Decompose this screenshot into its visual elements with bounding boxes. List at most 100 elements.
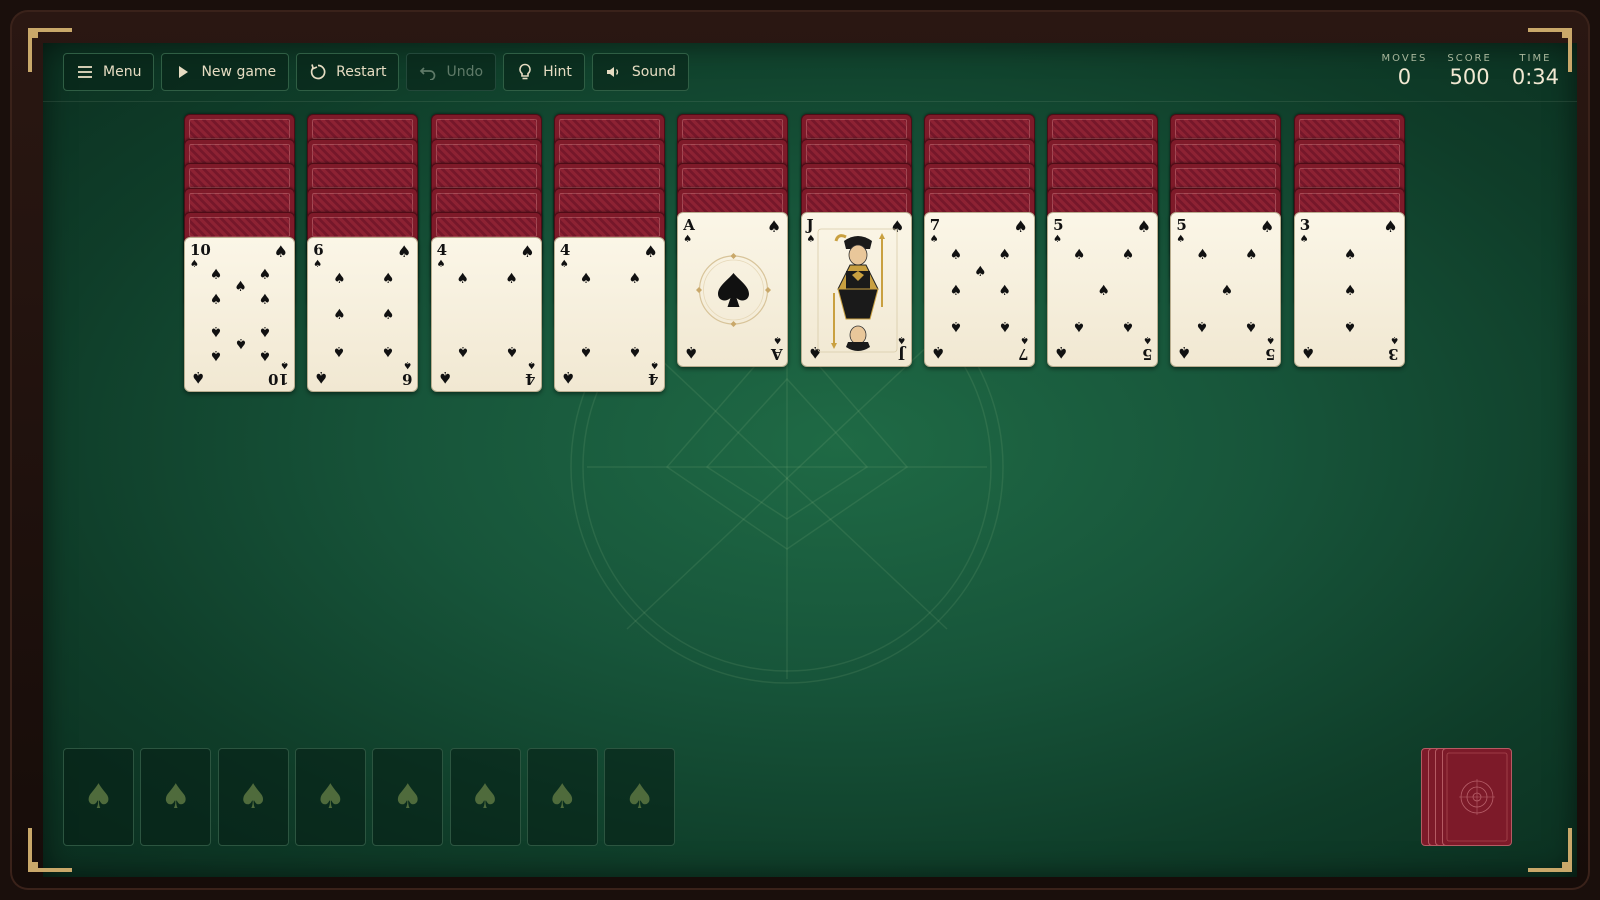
foundation-slot[interactable]: ♠ (63, 748, 134, 846)
card-rank: J (806, 216, 814, 234)
spade-icon: ♠ (234, 334, 247, 351)
card-rank: J (898, 345, 906, 363)
spade-icon: ♠ (456, 271, 469, 288)
spade-icon: ♠ (643, 241, 658, 261)
spade-icon: ♠ (333, 342, 346, 359)
spade-icon: ♠ (628, 342, 642, 359)
score-stat: SCORE 500 (1447, 53, 1491, 89)
playing-card[interactable]: 6 ♠ ♠ 6 ♠ ♠ ♠ ♠ ♠ ♠ ♠ ♠ (307, 236, 419, 392)
spade-icon: ♠ (560, 367, 576, 387)
spade-icon: ♠ (505, 342, 518, 359)
restart-label: Restart (336, 64, 387, 80)
sound-button[interactable]: Sound (591, 53, 689, 91)
spade-icon: ♠ (396, 241, 412, 261)
spade-icon: ♠ (1299, 234, 1309, 245)
spade-icon: ♠ (333, 307, 346, 323)
spade-icon: ♠ (929, 234, 939, 245)
spade-icon: ♠ (280, 358, 289, 370)
spade-icon: ♠ (313, 258, 323, 270)
hamburger-icon (76, 63, 94, 81)
spade-icon: ♠ (1019, 334, 1029, 345)
card-rank: 4 (436, 240, 448, 259)
card-rank: 4 (648, 369, 659, 388)
playing-card[interactable]: 5 ♠ ♠ 5 ♠ ♠ ♠ ♠ ♠ ♠ ♠ (1170, 212, 1282, 367)
card-rank: 6 (401, 369, 413, 388)
spade-icon: ♠ (456, 342, 469, 359)
foundation-slot[interactable]: ♠ (372, 748, 444, 846)
spade-icon: ♠ (209, 347, 223, 364)
restart-icon (309, 63, 327, 81)
spade-icon: ♠ (237, 777, 269, 817)
playing-card[interactable]: 7 ♠ ♠ 7 ♠ ♠ ♠ ♠ ♠ ♠ ♠ ♠ ♠ (923, 212, 1035, 367)
spade-icon: ♠ (1143, 334, 1153, 345)
spade-icon: ♠ (998, 246, 1011, 263)
sound-label: Sound (631, 64, 676, 80)
toolbar-divider (43, 101, 1577, 102)
playing-card[interactable]: A ♠ ♠ A ♠ ♠ (677, 212, 789, 367)
playing-card[interactable]: J ♠ ♠ J ♠ ♠ (800, 212, 912, 367)
spade-icon: ♠ (974, 263, 987, 280)
spade-icon: ♠ (273, 241, 288, 261)
speaker-icon (605, 63, 623, 81)
undo-button[interactable]: Undo (406, 53, 497, 91)
hint-label: Hint (543, 64, 572, 80)
spade-icon: ♠ (1383, 217, 1398, 236)
spade-icon: ♠ (766, 217, 782, 236)
frame-corner (1528, 28, 1572, 72)
play-icon (174, 63, 192, 81)
foundation-slot[interactable]: ♠ (449, 748, 521, 846)
frame-corner (1528, 828, 1572, 872)
new-game-button[interactable]: New game (161, 53, 290, 91)
spade-icon: ♠ (1245, 318, 1258, 335)
restart-button[interactable]: Restart (296, 53, 400, 91)
playing-card[interactable]: 10 ♠ ♠ 10 ♠ ♠ ♠ ♠ ♠ ♠ ♠ ♠ ♠ ♠ ♠ ♠ (184, 236, 295, 392)
playing-card[interactable]: 4 ♠ ♠ 4 ♠ ♠ ♠ ♠ ♠ ♠ (553, 236, 665, 392)
spade-icon: ♠ (209, 322, 223, 339)
card-rank: 5 (1264, 345, 1276, 363)
table-frame: Menu New game Restart Undo Hint Sound MO… (10, 10, 1590, 890)
spade-icon: ♠ (806, 234, 816, 245)
card-rank: 10 (190, 240, 211, 259)
foundation-slot[interactable]: ♠ (140, 748, 212, 846)
spade-icon: ♠ (1177, 343, 1192, 362)
playing-card[interactable]: 3 ♠ ♠ 3 ♠ ♠ ♠ ♠ ♠ (1293, 212, 1405, 367)
spade-icon: ♠ (998, 282, 1011, 299)
foundation-slot[interactable]: ♠ (217, 748, 289, 846)
spade-icon: ♠ (381, 342, 395, 359)
hint-button[interactable]: Hint (503, 53, 585, 91)
spade-icon: ♠ (437, 367, 452, 387)
playing-card[interactable]: 5 ♠ ♠ 5 ♠ ♠ ♠ ♠ ♠ ♠ ♠ (1047, 212, 1159, 367)
stock-pile[interactable] (1421, 748, 1531, 848)
spade-icon: ♠ (1054, 343, 1069, 362)
spade-icon: ♠ (1245, 246, 1258, 263)
card-rank: A (683, 216, 695, 234)
spade-icon: ♠ (1343, 246, 1357, 263)
new-game-label: New game (201, 64, 277, 80)
score-label: SCORE (1447, 53, 1492, 64)
spade-icon: ♠ (381, 307, 395, 323)
foundation-slot[interactable]: ♠ (604, 748, 676, 846)
jack-portrait (816, 227, 899, 358)
spade-icon: ♠ (683, 234, 693, 245)
moves-label: MOVES (1381, 53, 1428, 64)
spade-icon: ♠ (773, 334, 783, 345)
card-rank: 10 (268, 369, 289, 388)
foundation-slot[interactable]: ♠ (526, 748, 598, 846)
spade-icon: ♠ (1343, 282, 1357, 299)
playing-card[interactable]: 4 ♠ ♠ 4 ♠ ♠ ♠ ♠ ♠ ♠ (430, 236, 542, 392)
spade-icon: ♠ (258, 266, 272, 283)
spade-icon: ♠ (624, 777, 655, 817)
spade-icon: ♠ (1121, 246, 1135, 263)
spade-icon: ♠ (1196, 246, 1209, 263)
spade-icon: ♠ (520, 241, 535, 261)
menu-button[interactable]: Menu (63, 53, 155, 91)
undo-icon (419, 63, 437, 81)
spade-icon: ♠ (1220, 282, 1234, 299)
spade-icon: ♠ (160, 777, 192, 817)
foundation-slot[interactable]: ♠ (294, 748, 366, 846)
spade-icon: ♠ (579, 342, 593, 359)
spade-icon: ♠ (469, 777, 501, 817)
spade-icon: ♠ (1266, 334, 1276, 345)
spade-icon: ♠ (258, 347, 272, 364)
ace-spade-emblem (694, 249, 773, 335)
